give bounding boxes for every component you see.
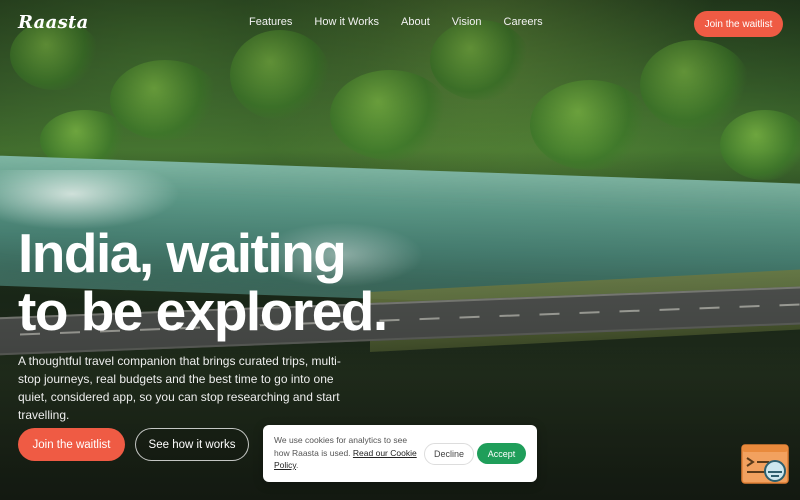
chat-widget-icon[interactable]	[741, 444, 789, 484]
cookie-banner: We use cookies for analytics to see how …	[263, 425, 537, 482]
hero-headline: India, waiting to be explored.	[18, 222, 388, 342]
hero-headline-line-1: India, waiting	[18, 222, 347, 284]
cookie-accept-button[interactable]: Accept	[477, 443, 526, 464]
hero-subtext: A thoughtful travel companion that bring…	[18, 354, 341, 422]
nav-links: Features How it Works About Vision Caree…	[249, 16, 565, 28]
nav-link-about[interactable]: About	[401, 16, 430, 28]
nav-link-features[interactable]: Features	[249, 16, 292, 28]
nav-link-how-it-works[interactable]: How it Works	[314, 16, 379, 28]
hero-headline-line-2: to be explored.	[18, 280, 388, 342]
nav-link-careers[interactable]: Careers	[504, 16, 543, 28]
nav-link-vision[interactable]: Vision	[452, 16, 482, 28]
cookie-message: We use cookies for analytics to see how …	[274, 434, 419, 472]
top-navbar: Raasta Features How it Works About Visio…	[0, 0, 800, 48]
join-waitlist-button[interactable]: Join the waitlist	[18, 428, 125, 461]
nav-join-waitlist-button[interactable]: Join the waitlist	[694, 11, 783, 37]
cookie-decline-button[interactable]: Decline	[424, 443, 474, 465]
see-how-it-works-button[interactable]: See how it works	[135, 428, 249, 461]
brand-logo[interactable]: Raasta	[18, 12, 89, 33]
cookie-message-suffix: .	[296, 460, 299, 470]
